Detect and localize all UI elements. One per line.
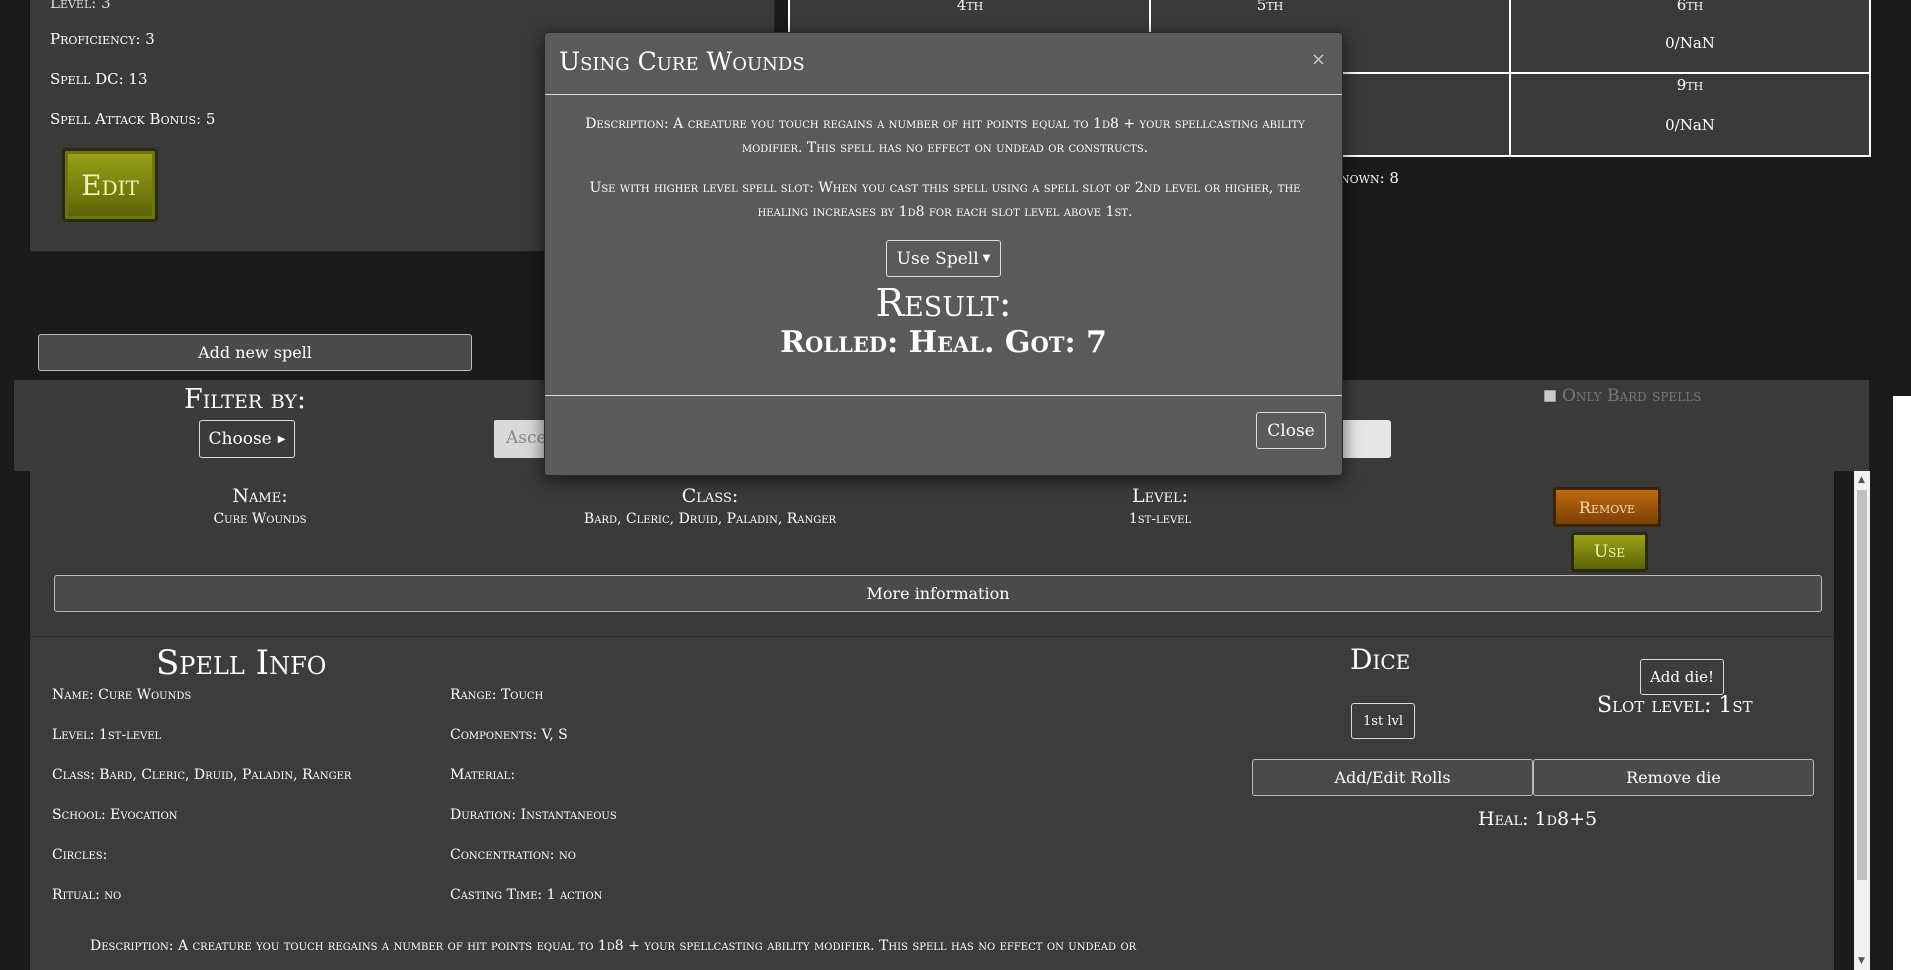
filter-title: Filter by:	[184, 384, 307, 415]
spell-info-title: Spell Info	[156, 643, 327, 683]
spell-info-section: Spell Info Name: Cure Wounds Level: 1st-…	[30, 636, 1834, 970]
scrollbar[interactable]: ▲ ▼	[1854, 471, 1870, 970]
modal-header: Using Cure Wounds ×	[545, 33, 1342, 95]
remove-spell-button[interactable]: Remove	[1553, 487, 1661, 527]
info-field: School: Evocation	[52, 807, 178, 823]
only-class-checkbox[interactable]: Only Bard spells	[1544, 386, 1701, 406]
info-field: Casting Time: 1 action	[450, 887, 603, 903]
page-edge	[1893, 396, 1911, 970]
slot-level-button[interactable]: 1st lvl	[1351, 703, 1415, 739]
info-field: Duration: Instantaneous	[450, 807, 617, 823]
scroll-up-icon[interactable]: ▲	[1858, 475, 1865, 485]
spell-level: 1st-level	[1128, 511, 1192, 527]
caret-down-icon: ▼	[982, 253, 991, 264]
slot-level-label: Slot level: 1st	[1597, 693, 1753, 718]
modal-description: Description: A creature you touch regain…	[585, 116, 1305, 156]
modal-footer-divider	[545, 395, 1342, 396]
close-button[interactable]: Close	[1256, 412, 1326, 449]
level-header: Level:	[1131, 485, 1189, 507]
choose-label: Choose	[208, 429, 272, 449]
modal-title: Using Cure Wounds	[559, 47, 805, 76]
remove-die-button[interactable]: Remove die	[1533, 759, 1814, 796]
dice-title: Dice	[1350, 643, 1411, 676]
class-header: Class:	[681, 485, 739, 507]
use-spell-label: Use Spell	[896, 248, 979, 269]
add-new-spell-button[interactable]: Add new spell	[38, 334, 472, 371]
scrollbar-thumb[interactable]	[1857, 490, 1867, 880]
result-value: Rolled: Heal. Got: 7	[780, 325, 1107, 360]
slot-header: 5th	[1256, 0, 1284, 14]
caret-right-icon: ▶	[277, 433, 286, 445]
proficiency-stat: Proficiency: 3	[50, 30, 155, 48]
heal-roll: Heal: 1d8+5	[1478, 808, 1598, 830]
scroll-down-icon[interactable]: ▼	[1858, 956, 1865, 966]
use-spell-dropdown[interactable]: Use Spell ▼	[886, 240, 1001, 277]
info-field: Level: 1st-level	[52, 727, 162, 743]
info-field: Material:	[450, 767, 516, 783]
slot-header: 9th	[1676, 76, 1704, 94]
info-field: Circles:	[52, 847, 108, 863]
use-spell-modal: Using Cure Wounds × Description: A creat…	[544, 32, 1343, 476]
spell-list: Name: Cure Wounds Class: Bard, Cleric, D…	[30, 471, 1834, 970]
use-spell-button[interactable]: Use	[1571, 532, 1648, 572]
add-edit-rolls-button[interactable]: Add/Edit Rolls	[1252, 759, 1533, 796]
spell-name: Cure Wounds	[213, 511, 307, 527]
spell-attack-stat: Spell Attack Bonus: 5	[50, 110, 216, 128]
spell-dc-stat: Spell DC: 13	[50, 70, 148, 88]
name-header: Name:	[232, 485, 288, 507]
slot-value: 0/NaN	[1665, 34, 1715, 52]
info-field: Class: Bard, Cleric, Druid, Paladin, Ran…	[52, 767, 352, 783]
info-field: Range: Touch	[450, 687, 544, 703]
modal-higher-levels: Use with higher level spell slot: When y…	[589, 180, 1301, 220]
close-icon[interactable]: ×	[1311, 49, 1326, 70]
choose-filter-button[interactable]: Choose ▶	[199, 420, 295, 458]
more-information-button[interactable]: More information	[54, 575, 1822, 612]
spell-classes: Bard, Cleric, Druid, Paladin, Ranger	[583, 511, 837, 527]
spells-known: nown: 8	[1340, 169, 1399, 187]
info-field: Name: Cure Wounds	[52, 687, 192, 703]
info-field: Concentration: no	[450, 847, 576, 863]
checkbox-box[interactable]	[1544, 390, 1556, 402]
slot-header: 4th	[956, 0, 984, 14]
level-stat: Level: 3	[50, 0, 111, 12]
edit-button[interactable]: Edit	[62, 148, 158, 222]
result-label: Result:	[875, 281, 1012, 325]
slot-header: 6th	[1676, 0, 1704, 14]
add-die-button[interactable]: Add die!	[1640, 659, 1724, 695]
info-field: Ritual: no	[52, 887, 122, 903]
slot-value: 0/NaN	[1665, 116, 1715, 134]
only-class-label: Only Bard spells	[1562, 386, 1702, 406]
table-divider	[1509, 0, 1511, 155]
spell-description: Description: A creature you touch regain…	[90, 938, 1137, 954]
info-field: Components: V, S	[450, 727, 568, 743]
